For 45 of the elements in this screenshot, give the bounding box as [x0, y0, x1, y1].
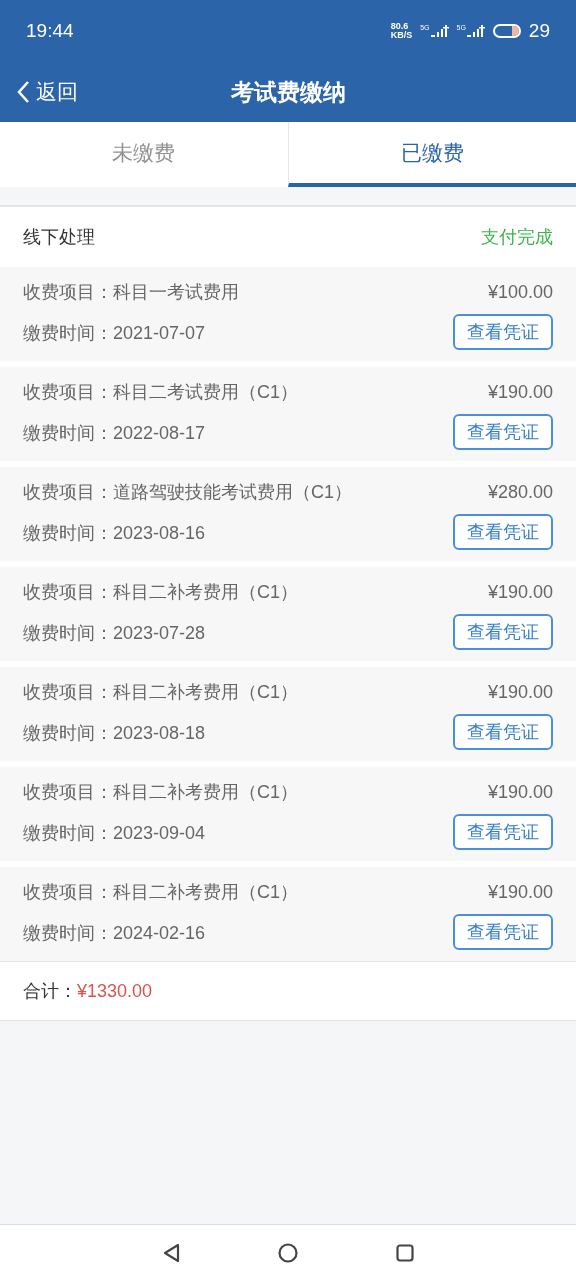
view-receipt-button[interactable]: 查看凭证	[453, 814, 553, 850]
view-receipt-button[interactable]: 查看凭证	[453, 314, 553, 350]
network-speed: 80.6 KB/S	[390, 22, 413, 40]
section-title: 线下处理	[23, 225, 95, 249]
view-receipt-button[interactable]: 查看凭证	[453, 514, 553, 550]
payment-time: 缴费时间：2023-07-28	[23, 622, 207, 645]
fee-item: 收费项目：科目二考试费用（C1）	[23, 381, 298, 404]
payment-time: 缴费时间：2023-08-16	[23, 522, 207, 545]
payment-time: 缴费时间：2022-08-17	[23, 422, 207, 445]
back-icon	[16, 80, 30, 104]
fee-item: 收费项目：科目一考试费用	[23, 281, 239, 304]
home-nav-icon[interactable]	[278, 1242, 298, 1263]
status-time: 19:44	[26, 18, 74, 43]
signal-icon	[430, 24, 449, 38]
back-button[interactable]: 返回	[0, 75, 84, 109]
fee-amount: ¥190.00	[487, 881, 553, 904]
fee-amount: ¥280.00	[487, 481, 553, 504]
payment-time: 缴费时间：2023-08-18	[23, 722, 207, 745]
fee-item: 收费项目：科目二补考费用（C1）	[23, 681, 298, 704]
fee-item: 收费项目：科目二补考费用（C1）	[23, 781, 298, 804]
recents-nav-icon[interactable]	[396, 1243, 414, 1262]
fee-amount: ¥100.00	[487, 281, 553, 304]
battery-level: 29	[528, 18, 550, 43]
signal-icon	[466, 24, 485, 38]
battery-icon	[492, 24, 521, 38]
fee-item: 收费项目：科目二补考费用（C1）	[23, 581, 298, 604]
total-label: 合计：	[23, 979, 77, 1003]
back-nav-icon[interactable]	[162, 1242, 180, 1263]
view-receipt-button[interactable]: 查看凭证	[453, 714, 553, 750]
view-receipt-button[interactable]: 查看凭证	[453, 414, 553, 450]
payment-time: 缴费时间：2023-09-04	[23, 822, 207, 845]
fee-amount: ¥190.00	[487, 581, 553, 604]
tab[interactable]: 已缴费	[287, 122, 576, 187]
view-receipt-button[interactable]: 查看凭证	[453, 914, 553, 950]
fee-amount: ¥190.00	[487, 681, 553, 704]
fee-amount: ¥190.00	[487, 781, 553, 804]
fee-item: 收费项目：道路驾驶技能考试费用（C1）	[23, 481, 352, 504]
payment-time: 缴费时间：2021-07-07	[23, 322, 207, 345]
view-receipt-button[interactable]: 查看凭证	[453, 614, 553, 650]
fee-item: 收费项目：科目二补考费用（C1）	[23, 881, 298, 904]
fee-amount: ¥190.00	[487, 381, 553, 404]
payment-time: 缴费时间：2024-02-16	[23, 922, 207, 945]
total-amount: ¥1330.00	[77, 979, 153, 1003]
payment-status: 支付完成	[481, 225, 553, 249]
page-title: 考试费缴纳	[230, 78, 346, 105]
